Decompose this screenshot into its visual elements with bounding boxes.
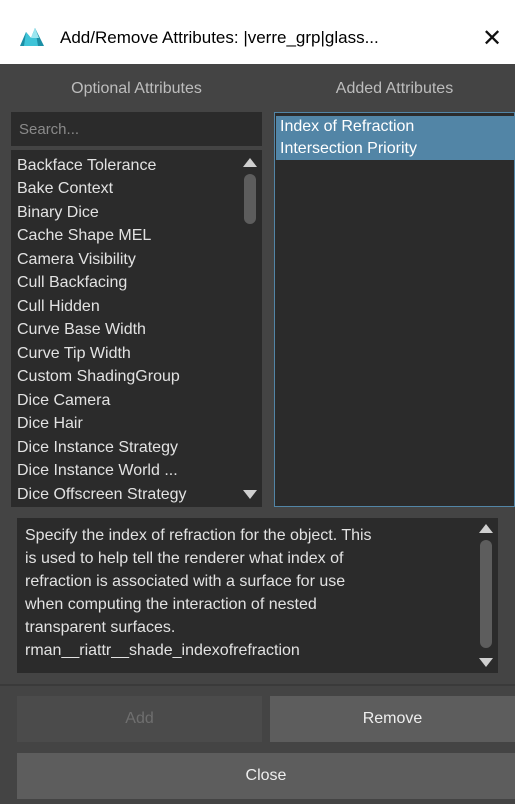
optional-attributes-list[interactable]: Backface Tolerance Bake Context Binary D… <box>11 150 262 507</box>
list-item[interactable]: Curve Tip Width <box>17 344 131 364</box>
list-item[interactable]: Custom ShadingGroup <box>17 367 180 387</box>
divider <box>0 684 515 686</box>
scroll-down-arrow-icon[interactable] <box>479 658 493 667</box>
scroll-up-arrow-icon[interactable] <box>243 158 257 167</box>
description-line: transparent surfaces. <box>25 619 176 636</box>
scrollbar-thumb[interactable] <box>244 174 256 224</box>
list-item[interactable]: Dice Hair <box>17 414 83 434</box>
list-item[interactable]: Cull Hidden <box>17 297 100 317</box>
list-item[interactable]: Dice Offscreen Strategy <box>17 485 187 505</box>
list-item[interactable]: Camera Visibility <box>17 250 136 270</box>
search-input[interactable] <box>11 112 262 146</box>
added-attributes-list[interactable]: Index of Refraction Intersection Priorit… <box>274 112 515 507</box>
list-item[interactable]: Backface Tolerance <box>17 156 156 176</box>
list-item[interactable]: Dice Instance World ... <box>17 461 178 481</box>
attribute-description: Specify the index of refraction for the … <box>17 518 498 673</box>
title-bar: Add/Remove Attributes: |verre_grp|glass.… <box>0 0 515 64</box>
optional-attributes-header: Optional Attributes <box>71 80 202 97</box>
description-line: rman__riattr__shade_indexofrefraction <box>25 642 300 659</box>
added-attributes-header: Added Attributes <box>335 80 454 97</box>
list-item[interactable]: Dice Instance Strategy <box>17 438 178 458</box>
list-item[interactable]: Cull Backfacing <box>17 273 127 293</box>
scroll-down-arrow-icon[interactable] <box>243 490 257 499</box>
list-item[interactable]: Dice Camera <box>17 391 110 411</box>
close-button[interactable]: Close <box>17 753 515 799</box>
maya-icon <box>20 28 44 46</box>
list-item[interactable]: Index of Refraction <box>276 116 514 138</box>
description-line: when computing the interaction of nested <box>25 596 317 613</box>
list-item[interactable]: Cache Shape MEL <box>17 226 151 246</box>
close-icon[interactable]: ✕ <box>478 24 506 52</box>
remove-button[interactable]: Remove <box>270 696 515 742</box>
scrollbar-thumb[interactable] <box>480 540 492 648</box>
list-item[interactable]: Bake Context <box>17 179 113 199</box>
scroll-up-arrow-icon[interactable] <box>479 524 493 533</box>
list-item[interactable]: Intersection Priority <box>276 138 514 160</box>
list-item[interactable]: Binary Dice <box>17 203 99 223</box>
window-title: Add/Remove Attributes: |verre_grp|glass.… <box>60 28 379 47</box>
add-button[interactable]: Add <box>17 696 262 742</box>
list-item[interactable]: Curve Base Width <box>17 320 146 340</box>
description-line: is used to help tell the renderer what i… <box>25 550 344 567</box>
description-line: refraction is associated with a surface … <box>25 573 346 590</box>
description-line: Specify the index of refraction for the … <box>25 527 372 544</box>
